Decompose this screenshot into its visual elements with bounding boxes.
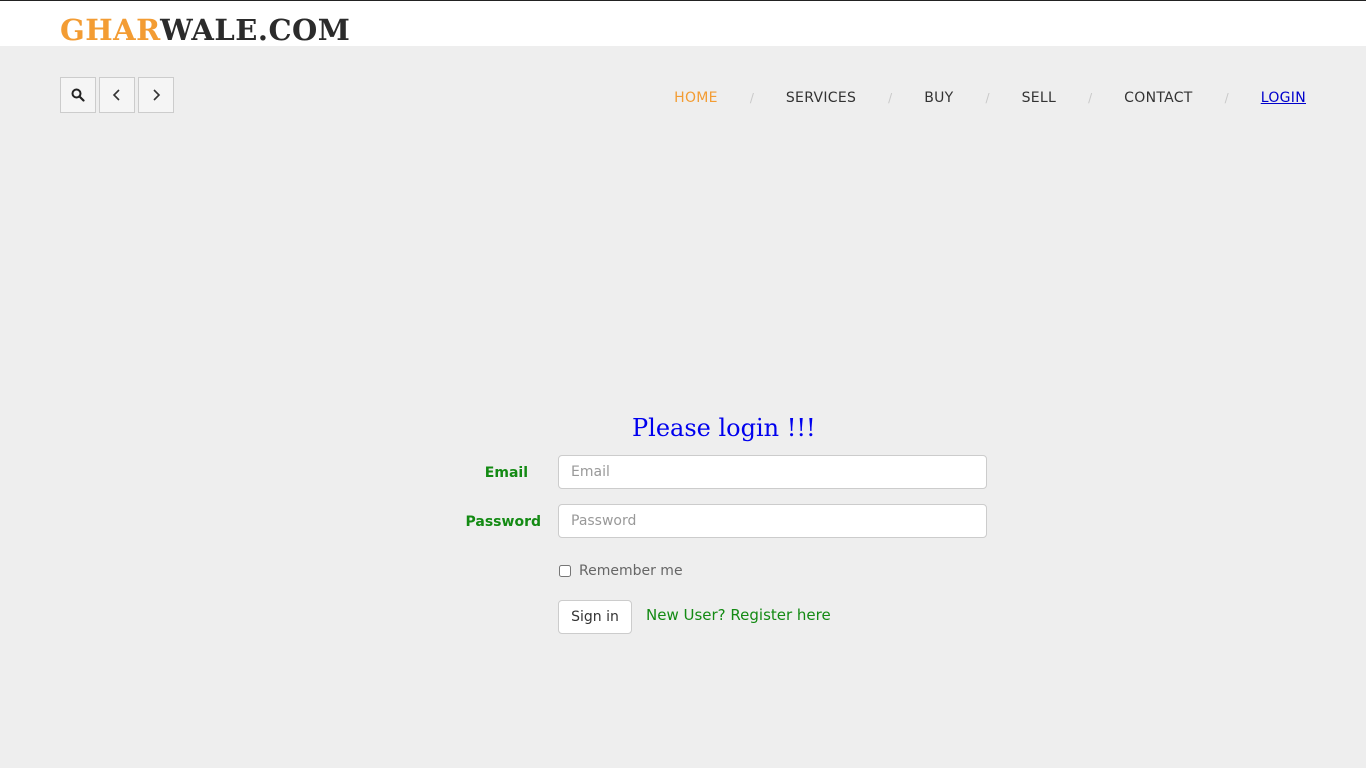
search-icon	[71, 88, 85, 102]
site-logo[interactable]: GHARWALE.COM	[60, 13, 350, 47]
nav-separator: /	[1224, 91, 1229, 105]
password-field[interactable]	[558, 504, 987, 538]
nav-item-login[interactable]: LOGIN	[1261, 90, 1306, 106]
remember-me-checkbox[interactable]	[559, 565, 571, 577]
sign-in-button[interactable]: Sign in	[558, 600, 632, 634]
nav-item-buy[interactable]: BUY	[924, 90, 953, 106]
password-label: Password	[465, 514, 541, 530]
nav-item-home[interactable]: HOME	[674, 90, 718, 106]
chevron-right-icon	[153, 89, 161, 101]
email-label: Email	[484, 465, 528, 481]
header-bar: GHARWALE.COM	[0, 0, 1366, 47]
back-button[interactable]	[99, 77, 135, 113]
remember-me-row: Remember me	[558, 563, 683, 579]
remember-me-label: Remember me	[579, 563, 683, 579]
register-link[interactable]: New User? Register here	[646, 606, 831, 624]
email-field[interactable]	[558, 455, 987, 489]
search-button[interactable]	[60, 77, 96, 113]
nav-separator: /	[888, 91, 893, 105]
chevron-left-icon	[112, 89, 120, 101]
login-heading: Please login !!!	[632, 414, 816, 442]
nav-item-services[interactable]: SERVICES	[786, 90, 856, 106]
nav-item-contact[interactable]: CONTACT	[1124, 90, 1193, 106]
nav-item-sell[interactable]: SELL	[1022, 90, 1057, 106]
forward-button[interactable]	[138, 77, 174, 113]
logo-part-ghar: GHAR	[60, 13, 161, 47]
toolbar-buttons	[60, 77, 174, 113]
logo-part-wale: WALE.COM	[160, 13, 351, 47]
nav-separator: /	[1088, 91, 1093, 105]
nav-separator: /	[985, 91, 990, 105]
nav-separator: /	[749, 91, 754, 105]
main-nav: HOME / SERVICES / BUY / SELL / CONTACT /…	[674, 90, 1306, 106]
